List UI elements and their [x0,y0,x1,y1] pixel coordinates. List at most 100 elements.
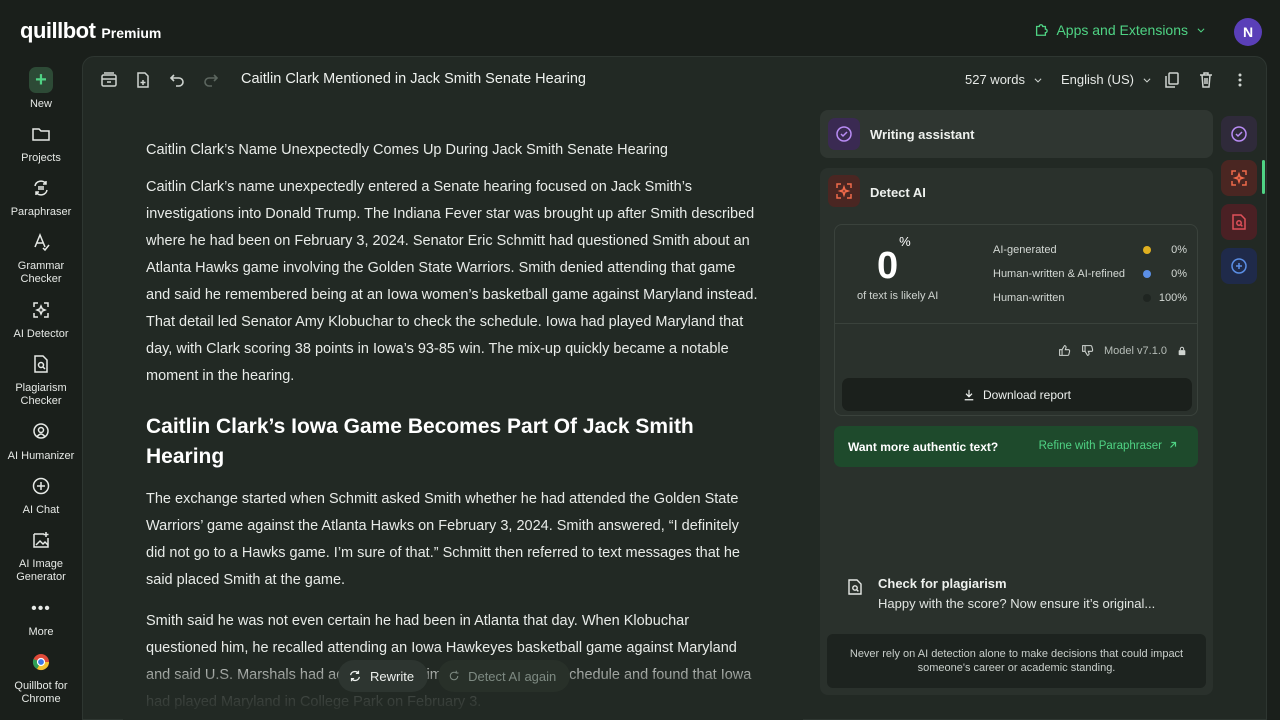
legend-pct: 100% [1158,292,1187,304]
editor-toolbar: Caitlin Clark Mentioned in Jack Smith Se… [83,57,1266,103]
sidebar-item-chrome[interactable]: Quillbot for Chrome [0,650,82,706]
rail-writing-assistant[interactable] [1221,116,1257,152]
plagiarism-title: Check for plagiarism [878,576,1007,591]
language-label: English (US) [1061,72,1134,87]
download-report-button[interactable]: Download report [842,378,1192,411]
legend-ai-generated: AI-generated 0% [993,244,1187,256]
apps-extensions-button[interactable]: Apps and Extensions [1034,22,1206,38]
sidebar-item-new[interactable]: + New [0,67,82,111]
editor-paragraph: Caitlin Clark’s Name Unexpectedly Comes … [146,142,668,158]
model-row: Model v7.1.0 [1058,344,1187,357]
legend-label: Human-written & AI-refined [993,268,1126,280]
word-count: 527 words [965,72,1025,87]
copy-icon[interactable] [1162,70,1182,90]
rail-active-indicator [1262,160,1265,194]
sidebar-item-plagiarism-checker[interactable]: Plagiarism Checker [0,352,82,408]
archive-icon[interactable] [99,70,119,90]
ai-refined-dot [1143,270,1151,278]
refine-label: Refine with Paraphraser [1038,440,1162,452]
rail-detect-ai[interactable] [1221,160,1257,196]
grammar-icon [29,230,53,254]
detect-ai-title: Detect AI [870,185,926,200]
legend-human-ai-refined: Human-written & AI-refined 0% [993,268,1187,280]
word-count-dropdown[interactable]: 527 words [965,72,1043,87]
thumbs-up-icon[interactable] [1058,344,1071,357]
more-icon: ••• [31,599,51,617]
sidebar-item-label: AI Detector [13,328,69,340]
avatar[interactable]: N [1234,18,1262,46]
detect-again-label: Detect AI again [468,668,557,684]
sidebar-item-projects[interactable]: Projects [0,122,82,165]
lock-icon [1178,346,1186,355]
trash-icon[interactable] [1196,70,1216,90]
sidebar-item-label: Paraphraser [10,206,72,218]
sidebar-item-ai-image-generator[interactable]: AI Image Generator [0,528,82,584]
model-version: Model v7.1.0 [1104,344,1167,357]
writing-assistant-title: Writing assistant [870,127,975,142]
plus-icon: + [29,67,53,93]
premium-label: Premium [101,25,162,41]
floating-actions: Rewrite Detect AI again [338,659,571,693]
detect-ai-icon [828,175,860,207]
editor-paragraph: The exchange started when Schmitt asked … [146,491,740,588]
detect-ai-again-button[interactable]: Detect AI again [438,660,571,692]
redo-icon[interactable] [201,70,221,90]
sidebar-item-ai-detector[interactable]: AI Detector [0,298,82,341]
rewrite-icon [350,670,360,682]
check-plagiarism-section[interactable]: Check for plagiarism Happy with the scor… [840,570,1200,620]
chevron-down-icon [1197,28,1205,33]
detect-ai-panel: Detect AI 0% of text is likely AI AI-gen… [820,168,1213,695]
sidebar: + New Projects Paraphraser Grammar Check… [0,58,82,720]
refine-with-paraphraser-link[interactable]: Refine with Paraphraser [1039,440,1178,452]
sidebar-item-paraphraser[interactable]: Paraphraser [0,176,82,219]
thumbs-down-icon[interactable] [1081,344,1094,357]
rewrite-button[interactable]: Rewrite [338,660,429,692]
ai-detection-disclaimer: Never rely on AI detection alone to make… [827,634,1206,688]
divider [835,323,1197,324]
chevron-down-icon [1034,77,1042,83]
rail-ai-chat[interactable] [1221,248,1257,284]
writing-assistant-icon [828,118,860,150]
chevron-down-icon [1143,77,1151,83]
chrome-icon [29,650,53,674]
sidebar-item-grammar-checker[interactable]: Grammar Checker [0,230,82,286]
folder-icon [29,122,53,146]
writing-assistant-panel[interactable]: Writing assistant [820,110,1213,158]
authentic-question: Want more authentic text? [848,440,999,454]
sidebar-item-ai-humanizer[interactable]: AI Humanizer [0,420,82,463]
ai-score-value: 0 [877,245,899,287]
editor-content[interactable]: Caitlin Clark’s Name Unexpectedly Comes … [146,137,760,720]
ai-score: 0% [877,234,911,288]
sidebar-item-label: AI Humanizer [7,450,75,462]
image-generator-icon [29,528,53,552]
ai-score-caption: of text is likely AI [857,290,939,302]
arrow-up-right-icon [1170,441,1177,448]
sidebar-item-label: Projects [21,152,61,164]
sidebar-item-label: Grammar Checker [17,260,65,285]
top-bar: quillbot Premium Apps and Extensions N [0,0,1280,58]
sidebar-item-ai-chat[interactable]: AI Chat [0,474,82,517]
ai-generated-dot [1143,246,1151,254]
document-title[interactable]: Caitlin Clark Mentioned in Jack Smith Se… [241,71,586,87]
undo-icon[interactable] [167,70,187,90]
quillbot-logo[interactable]: quillbot Premium [20,18,161,44]
human-written-dot [1143,294,1151,302]
new-document-icon[interactable] [133,70,153,90]
chat-icon [29,474,53,498]
language-dropdown[interactable]: English (US) [1061,72,1152,87]
sidebar-item-label: New [29,98,52,110]
sidebar-item-more[interactable]: ••• More [0,596,82,639]
download-label: Download report [982,387,1072,402]
legend-pct: 0% [1171,268,1187,280]
plagiarism-icon [848,579,862,595]
legend-label: AI-generated [993,244,1057,256]
rail-plagiarism[interactable] [1221,204,1257,240]
rewrite-label: Rewrite [370,668,415,684]
legend-pct: 0% [1171,244,1187,256]
humanizer-icon [29,420,53,444]
apps-label: Apps and Extensions [1056,22,1188,38]
more-vertical-icon[interactable] [1230,70,1250,90]
ai-detector-icon [29,298,53,322]
authentic-text-banner: Want more authentic text? Refine with Pa… [834,426,1198,467]
legend-label: Human-written [993,292,1065,304]
